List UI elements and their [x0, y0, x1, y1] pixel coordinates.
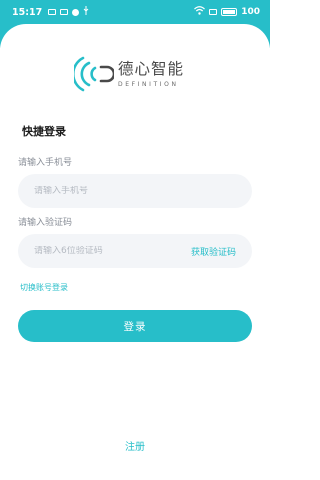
battery-icon: [221, 8, 238, 16]
status-bar: 15:17 100: [0, 0, 270, 24]
logo-name-cn: 德心智能: [118, 59, 185, 78]
screen-icon: [209, 9, 218, 15]
login-button[interactable]: 登录: [18, 310, 252, 342]
status-time: 15:17: [12, 6, 43, 18]
code-field-container: 获取验证码: [18, 234, 252, 268]
phone-label: 请输入手机号: [18, 158, 73, 168]
mail-icon: [48, 9, 57, 15]
page-title: 快捷登录: [22, 125, 66, 138]
app-logo: 德心智能 DEFINITION: [74, 52, 204, 96]
notification-badge-icon: [72, 8, 80, 16]
mail-icon: [60, 9, 69, 15]
code-label: 请输入验证码: [18, 218, 73, 228]
logo-name-en: DEFINITION: [118, 80, 179, 88]
get-code-button[interactable]: 获取验证码: [191, 245, 236, 258]
phone-input[interactable]: [34, 186, 236, 196]
usb-icon: [83, 6, 89, 18]
phone-field-container: [18, 174, 252, 208]
wifi-icon: [194, 6, 206, 18]
verification-code-input[interactable]: [34, 246, 191, 256]
switch-account-link[interactable]: 切换账号登录: [20, 282, 68, 293]
battery-percent: 100: [241, 7, 260, 17]
logo-mark-icon: [74, 56, 114, 92]
register-link[interactable]: 注册: [0, 438, 270, 453]
